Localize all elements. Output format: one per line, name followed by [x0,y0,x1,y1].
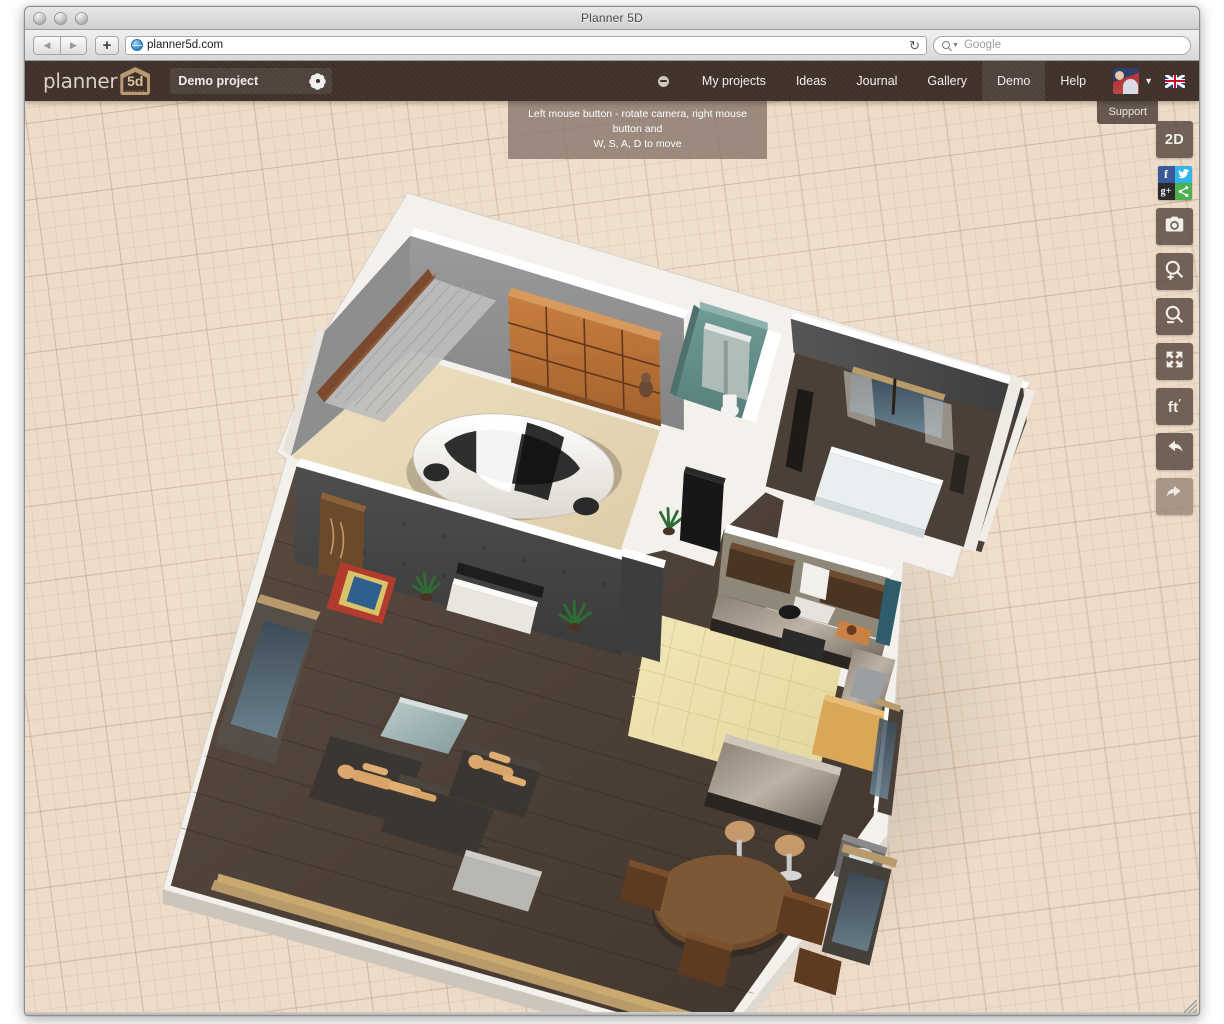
redo-button[interactable] [1156,478,1193,515]
url-text: planner5d.com [147,39,223,51]
chevron-down-icon[interactable]: ▼ [1144,76,1153,86]
nav-menu-toggle[interactable] [640,76,687,87]
undo-arrow-icon [1164,439,1185,465]
language-flag-icon[interactable] [1165,75,1185,88]
search-icon [942,41,950,49]
menu-dot-icon [658,76,669,87]
view-toggle-label: 2D [1165,132,1184,148]
logo-wordmark: planner [43,69,117,93]
zoom-out-button[interactable] [1156,298,1193,335]
new-tab-button[interactable]: + [95,36,119,55]
facebook-icon[interactable]: f [1158,166,1175,183]
floorplan-3d-render[interactable] [25,101,1199,1014]
units-button[interactable]: ft′ [1156,388,1193,425]
view-toggle-2d-button[interactable]: 2D [1156,121,1193,158]
nav-item-help[interactable]: Help [1045,61,1101,101]
nav-item-gallery[interactable]: Gallery [912,61,982,101]
back-button[interactable]: ◀ [33,36,60,55]
logo-badge-text: 5d [127,74,143,88]
redo-arrow-icon [1164,484,1185,510]
camera-icon [1164,214,1185,240]
camera-controls-hint: Left mouse button - rotate camera, right… [508,101,767,159]
browser-window: Planner 5D ◀ ▶ + planner5d.com ↻ ▼ Googl… [24,6,1200,1016]
project-name: Demo project [178,74,258,88]
share-icon[interactable] [1175,183,1192,200]
units-label: ft′ [1168,398,1181,416]
screenshot-button[interactable] [1156,208,1193,245]
window-bottom-edge [25,1012,1199,1015]
magnifier-plus-icon [1164,259,1185,285]
viewport-toolbar: 2D f g+ [1156,121,1193,515]
search-input[interactable]: ▼ Google [933,36,1191,55]
fullscreen-button[interactable] [1156,343,1193,380]
window-controls[interactable] [33,12,88,25]
desktop: Planner 5D ◀ ▶ + planner5d.com ↻ ▼ Googl… [0,0,1224,1024]
browser-toolbar: ◀ ▶ + planner5d.com ↻ ▼ Google [25,30,1199,61]
globe-favicon-icon [131,39,143,51]
page-content: planner 5d RENDER Demo project My pro [25,61,1199,1014]
avatar[interactable] [1113,68,1139,94]
resize-grip[interactable] [1184,1000,1197,1013]
project-selector[interactable]: Demo project [170,68,332,94]
support-tab[interactable]: Support [1097,101,1158,124]
main-nav: My projects Ideas Journal Gallery Demo H… [640,61,1199,101]
zoom-in-button[interactable] [1156,253,1193,290]
hint-line-2: W, S, A, D to move [593,138,681,150]
nav-item-my-projects[interactable]: My projects [687,61,781,101]
hint-line-1: Left mouse button - rotate camera, right… [528,108,747,135]
3d-viewport[interactable]: Left mouse button - rotate camera, right… [25,101,1199,1014]
undo-button[interactable] [1156,433,1193,470]
social-share-group[interactable]: f g+ [1158,166,1192,200]
logo-house-icon: 5d RENDER [120,67,150,95]
forward-button[interactable]: ▶ [60,36,87,55]
search-placeholder: Google [964,39,1001,51]
minimize-button[interactable] [54,12,67,25]
magnifier-minus-icon [1164,304,1185,330]
logo-subtext: RENDER [120,90,150,94]
nav-item-ideas[interactable]: Ideas [781,61,842,101]
expand-arrows-icon [1164,349,1185,375]
window-title: Planner 5D [25,11,1199,25]
gear-icon[interactable] [311,75,324,88]
account-menu[interactable]: ▼ [1101,68,1157,94]
twitter-icon[interactable] [1175,166,1192,183]
zoom-button[interactable] [75,12,88,25]
nav-item-journal[interactable]: Journal [841,61,912,101]
chevron-down-icon: ▼ [952,42,959,49]
nav-item-demo[interactable]: Demo [982,61,1045,101]
window-titlebar: Planner 5D [25,7,1199,30]
address-bar[interactable]: planner5d.com ↻ [125,36,927,55]
reload-icon[interactable]: ↻ [909,39,920,53]
google-plus-icon[interactable]: g+ [1158,183,1175,200]
close-button[interactable] [33,12,46,25]
nav-buttons: ◀ ▶ [33,36,87,55]
planner5d-logo[interactable]: planner 5d RENDER [43,67,150,95]
app-header: planner 5d RENDER Demo project My pro [25,61,1199,101]
